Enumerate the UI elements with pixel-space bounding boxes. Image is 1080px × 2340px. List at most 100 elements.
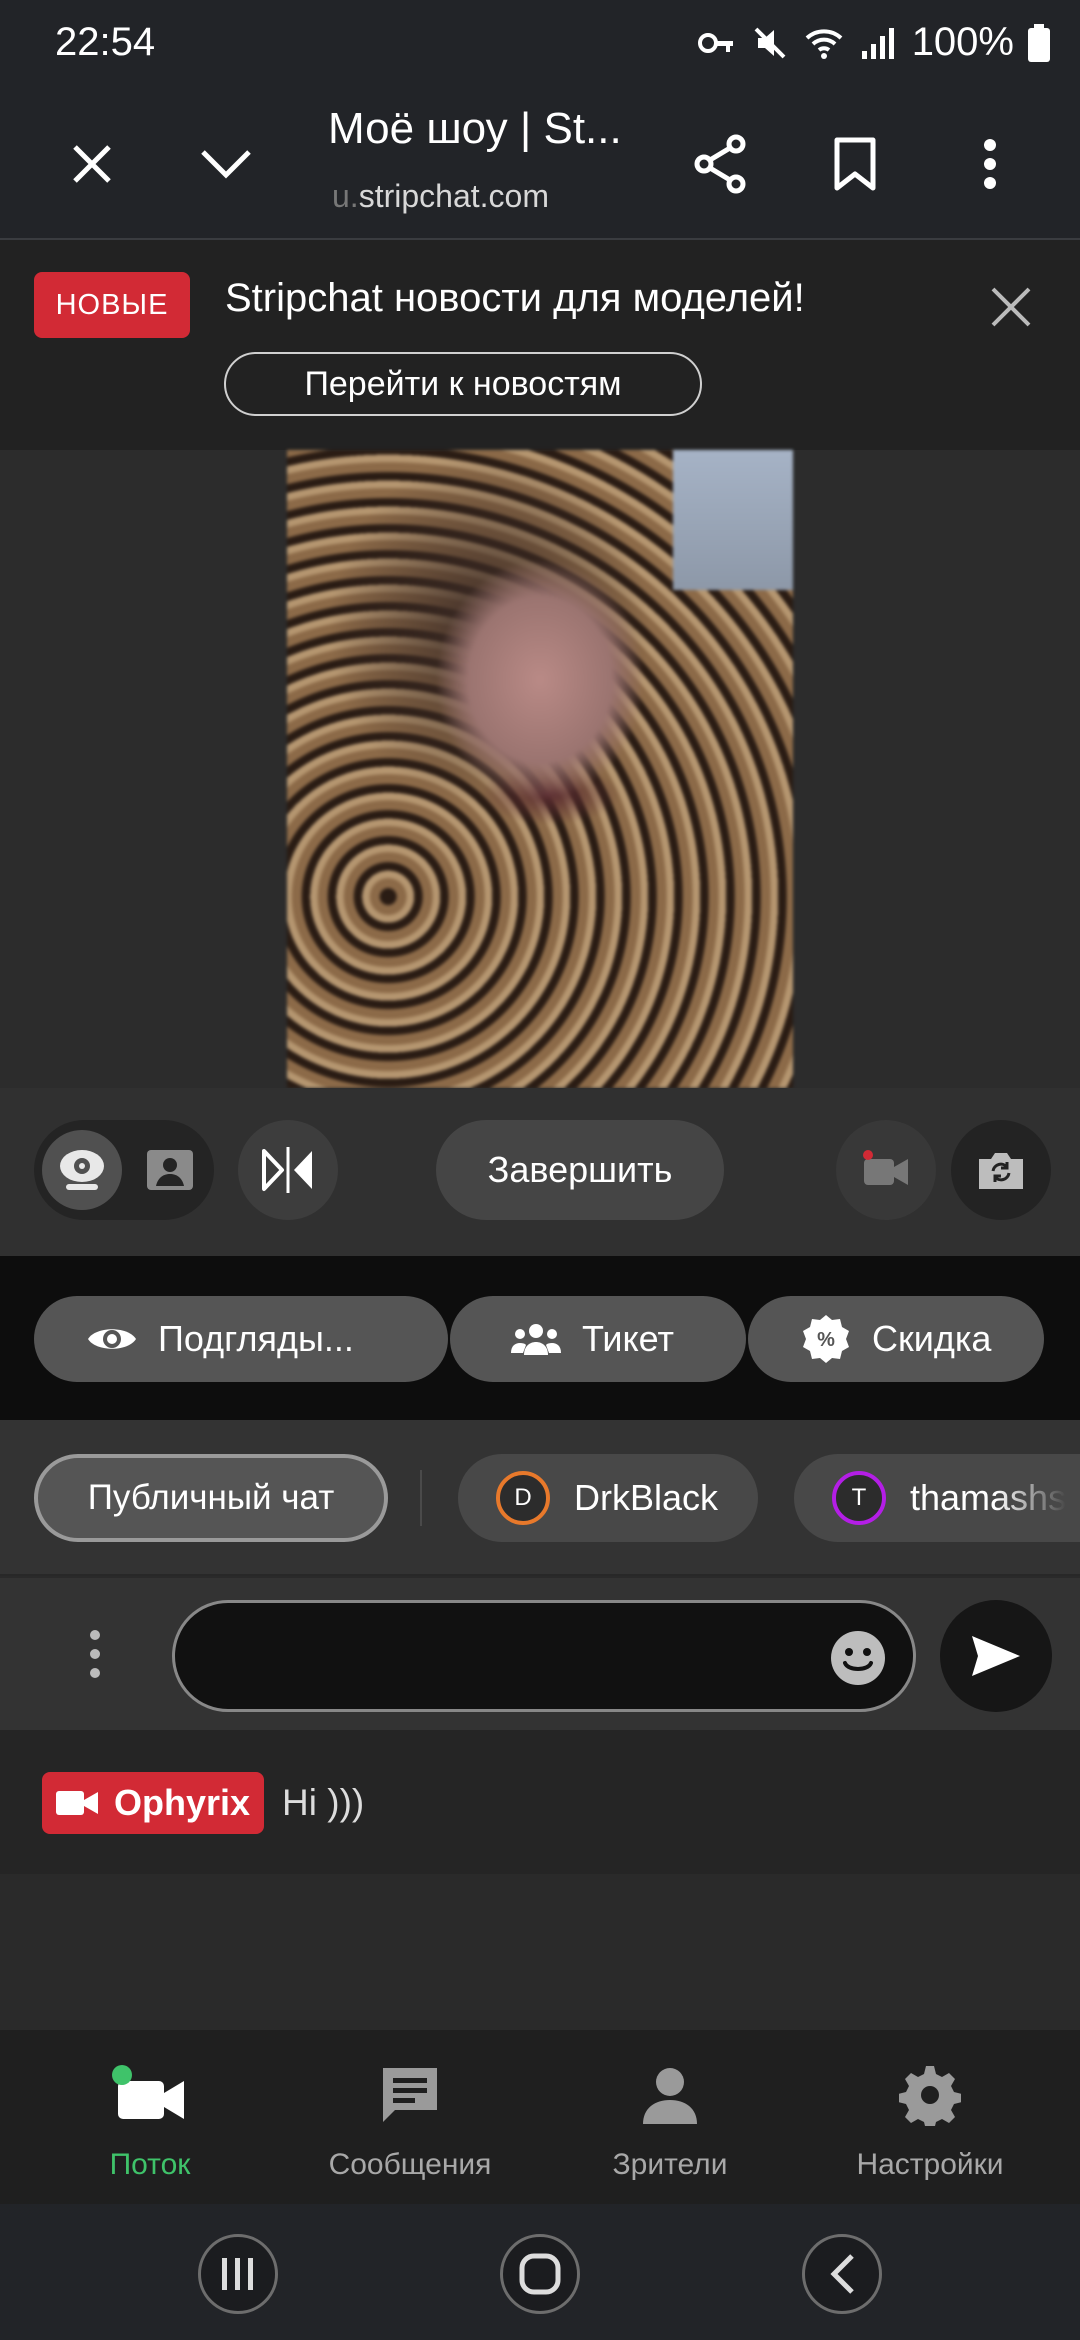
wifi-icon [805, 28, 843, 59]
end-show-button[interactable]: Завершить [436, 1120, 724, 1220]
minimize-button[interactable] [186, 124, 266, 204]
close-icon [991, 287, 1031, 327]
message-text: Hi ))) [282, 1782, 365, 1823]
back-icon [830, 2254, 854, 2294]
page-url[interactable]: u.stripchat.com [332, 178, 549, 215]
news-headline: Stripchat новости для моделей! [225, 276, 805, 320]
message-input[interactable] [172, 1600, 916, 1712]
share-button[interactable] [680, 124, 760, 204]
tab-public-chat[interactable]: Публичный чат [34, 1454, 388, 1542]
new-badge: НОВЫЕ [34, 272, 190, 338]
home-icon [519, 2253, 561, 2295]
close-icon [73, 145, 111, 183]
nav-messages[interactable]: Сообщения [280, 2030, 540, 2204]
switch-camera-icon [979, 1153, 1023, 1189]
page-title: Моё шоу | St... [328, 104, 622, 153]
camera-preview [287, 450, 793, 1088]
mirror-button[interactable] [238, 1120, 338, 1220]
nav-stream[interactable]: Поток [20, 2030, 280, 2204]
portrait-mode-button[interactable] [130, 1130, 210, 1210]
bookmark-icon [834, 137, 876, 191]
switch-camera-button[interactable] [951, 1120, 1051, 1220]
vpn-key-icon [697, 32, 733, 53]
share-icon [694, 134, 746, 194]
tab-private-chat-thamashs[interactable]: T thamashs [794, 1454, 1080, 1542]
model-username-badge[interactable]: Ophyrix [42, 1772, 265, 1834]
record-button[interactable] [836, 1120, 936, 1220]
mute-icon [754, 27, 786, 58]
home-button[interactable] [500, 2234, 580, 2314]
video-area [0, 450, 1080, 1088]
avatar: D [496, 1471, 550, 1525]
video-camera-icon [20, 2062, 280, 2128]
more-vert-icon [984, 139, 996, 189]
tab-divider [420, 1470, 422, 1526]
discount-label: Скидка [872, 1318, 992, 1359]
video-camera-icon [56, 1791, 98, 1815]
discount-button[interactable]: % Скидка [748, 1296, 1044, 1382]
broadcast-controls: Завершить [0, 1088, 1080, 1256]
webcam-icon [60, 1150, 104, 1190]
system-nav-bar [0, 2204, 1080, 2340]
username: thamashs [910, 1477, 1067, 1518]
nav-label: Поток [109, 2148, 191, 2181]
chat-tabs: Публичный чат D DrkBlack T thamashs [0, 1420, 1080, 1576]
username: DrkBlack [574, 1477, 719, 1518]
webcam-mode-button[interactable] [42, 1130, 122, 1210]
send-icon [972, 1636, 1020, 1676]
battery-icon [1028, 23, 1050, 62]
feature-chips: Подгляды... Тикет % Скидка [0, 1256, 1080, 1420]
nav-viewers[interactable]: Зрители [540, 2030, 800, 2204]
view-mode-toggle[interactable] [34, 1120, 214, 1220]
url-domain: stripchat.com [358, 178, 549, 214]
close-news-button[interactable] [990, 286, 1036, 332]
flip-horizontal-icon [262, 1147, 312, 1193]
dot [90, 1668, 100, 1678]
ticket-label: Тикет [582, 1318, 674, 1359]
recent-apps-icon [222, 2258, 253, 2290]
peek-label: Подгляды... [158, 1318, 354, 1359]
message-icon [280, 2062, 540, 2128]
news-banner: НОВЫЕ Stripchat новости для моделей! Пер… [0, 240, 1080, 450]
record-video-icon [863, 1150, 908, 1185]
recent-apps-button[interactable] [198, 2234, 278, 2314]
svg-text:%: % [817, 1329, 835, 1351]
emoji-icon [831, 1631, 885, 1685]
nav-settings[interactable]: Настройки [800, 2030, 1060, 2204]
bookmark-button[interactable] [815, 124, 895, 204]
person-icon [540, 2062, 800, 2128]
nav-label: Настройки [856, 2148, 1004, 2181]
emoji-button[interactable] [830, 1630, 886, 1686]
close-tab-button[interactable] [52, 124, 132, 204]
eye-icon [86, 1313, 138, 1365]
send-button[interactable] [940, 1600, 1052, 1712]
chevron-down-icon [201, 150, 251, 179]
back-button[interactable] [802, 2234, 882, 2314]
chat-empty-space [0, 1874, 1080, 2030]
percent-icon: % [800, 1313, 852, 1365]
gear-icon [800, 2062, 1060, 2128]
signal-icon [861, 27, 894, 59]
dot [90, 1649, 100, 1659]
browser-toolbar: Моё шоу | St... u.stripchat.com [0, 86, 1080, 240]
chat-input-row [0, 1578, 1080, 1730]
more-menu-button[interactable] [950, 124, 1030, 204]
message-username: Ophyrix [114, 1782, 251, 1823]
chat-message: Ophyrix Hi ))) [42, 1772, 364, 1834]
go-to-news-button[interactable]: Перейти к новостям [224, 352, 702, 416]
nav-label: Сообщения [328, 2148, 492, 2181]
peek-button[interactable]: Подгляды... [34, 1296, 448, 1382]
status-icons: 100% [696, 20, 1050, 65]
ticket-button[interactable]: Тикет [450, 1296, 746, 1382]
screen: 22:54 100% Моё шоу | St... u.stripchat.c… [0, 0, 1080, 2340]
group-icon [510, 1313, 562, 1365]
tab-private-chat-drkblack[interactable]: D DrkBlack [458, 1454, 758, 1542]
bottom-nav: Поток Сообщения Зрители Настройки [0, 2030, 1080, 2204]
status-bar: 22:54 100% [0, 0, 1080, 86]
avatar: T [832, 1471, 886, 1525]
chat-messages: Ophyrix Hi ))) [0, 1730, 1080, 1874]
chat-options-button[interactable] [60, 1616, 130, 1692]
url-prefix: u. [332, 178, 359, 214]
dot [90, 1630, 100, 1640]
battery-percent: 100% [911, 20, 1014, 64]
